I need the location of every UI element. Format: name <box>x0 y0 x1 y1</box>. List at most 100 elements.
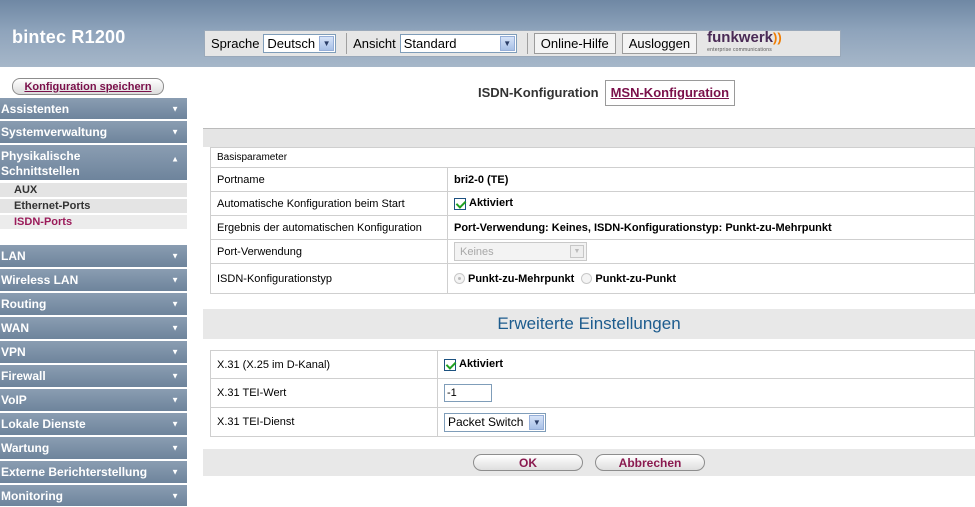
sidebar-item-label: VoIP <box>1 393 27 407</box>
table-row: X.31 TEI-Dienst Packet Switch ▼ <box>210 407 975 437</box>
chevron-down-icon: ▼ <box>319 36 335 51</box>
sidebar-item-physikalische-schnittstellen[interactable]: Physikalische Schnittstellen ▲ <box>0 145 187 181</box>
table-row: Automatische Konfiguration beim Start Ak… <box>210 191 975 216</box>
tei-service-value: Packet Switch <box>448 415 524 429</box>
sidebar-item-firewall[interactable]: Firewall ▼ <box>0 365 187 388</box>
chevron-down-icon: ▼ <box>171 347 179 357</box>
table-row: X.31 TEI-Wert -1 <box>210 378 975 408</box>
section-title-erweiterte-einstellungen[interactable]: Erweiterte Einstellungen <box>203 309 975 339</box>
auto-config-checkbox[interactable] <box>454 197 466 210</box>
sidebar-item-assistenten[interactable]: Assistenten ▼ <box>0 98 187 120</box>
tab-msn-konfiguration[interactable]: MSN-Konfiguration <box>604 79 736 106</box>
auto-config-field: Aktiviert <box>447 191 975 216</box>
sidebar-item-wartung[interactable]: Wartung ▼ <box>0 437 187 460</box>
sidebar-item-label: WAN <box>1 321 29 335</box>
sidebar-item-label: Firewall <box>1 369 46 383</box>
chevron-down-icon: ▼ <box>529 414 545 430</box>
tei-value-label: X.31 TEI-Wert <box>210 378 438 408</box>
tei-value-field: -1 <box>437 378 975 408</box>
view-select[interactable]: Standard ▼ <box>399 34 517 53</box>
radio-label-mehrpunkt: Punkt-zu-Mehrpunkt <box>468 272 575 285</box>
sidebar-item-label-line1: Physikalische <box>1 149 81 163</box>
x31-checkbox[interactable] <box>444 358 456 371</box>
sidebar-item-label: LAN <box>1 249 26 263</box>
tei-service-field: Packet Switch ▼ <box>437 407 975 437</box>
chevron-down-icon: ▼ <box>171 299 179 309</box>
table-row: Ergebnis der automatischen Konfiguration… <box>210 215 975 240</box>
language-select[interactable]: Deutsch ▼ <box>263 34 337 53</box>
chevron-up-icon: ▲ <box>171 154 179 164</box>
sidebar-item-monitoring[interactable]: Monitoring ▼ <box>0 485 187 507</box>
sidebar-item-routing[interactable]: Routing ▼ <box>0 293 187 316</box>
sidebar-item-externe-berichterstellung[interactable]: Externe Berichterstellung ▼ <box>0 461 187 484</box>
auto-result-label: Ergebnis der automatischen Konfiguration <box>210 215 448 240</box>
x31-value: Aktiviert <box>459 358 504 371</box>
chevron-down-icon: ▼ <box>171 467 179 477</box>
sidebar-item-label: Systemverwaltung <box>1 125 108 139</box>
view-select-value: Standard <box>403 36 457 51</box>
auto-config-value: Aktiviert <box>469 197 514 210</box>
save-config-button[interactable]: Konfiguration speichern <box>12 78 164 95</box>
table-row: Portname bri2-0 (TE) <box>210 167 975 192</box>
sidebar-item-voip[interactable]: VoIP ▼ <box>0 389 187 412</box>
sidebar-item-label: Assistenten <box>1 101 70 116</box>
table-row: X.31 (X.25 im D-Kanal) Aktiviert <box>210 350 975 379</box>
ok-button[interactable]: OK <box>473 454 583 471</box>
sidebar-subitem-isdn-ports[interactable]: ISDN-Ports <box>0 215 187 230</box>
sidebar-item-label: Lokale Dienste <box>1 417 86 431</box>
language-label: Sprache <box>211 36 260 51</box>
advanced-params-table: X.31 (X.25 im D-Kanal) Aktiviert X.31 TE… <box>210 350 975 437</box>
chevron-down-icon: ▼ <box>499 36 515 51</box>
chevron-down-icon: ▼ <box>171 371 179 381</box>
brand-logo: funkwerk)) enterprise communications <box>707 28 782 57</box>
sidebar-item-vpn[interactable]: VPN ▼ <box>0 341 187 364</box>
sidebar-item-lokale-dienste[interactable]: Lokale Dienste ▼ <box>0 413 187 436</box>
top-toolbar: Sprache Deutsch ▼ Ansicht Standard ▼ Onl… <box>204 30 841 57</box>
portname-label: Portname <box>210 167 448 192</box>
chevron-down-icon: ▼ <box>171 275 179 285</box>
sidebar-item-lan[interactable]: LAN ▼ <box>0 245 187 268</box>
port-usage-select: Keines ▼ <box>454 242 587 261</box>
toolbar-divider <box>526 33 528 54</box>
sidebar-subitem-aux[interactable]: AUX <box>0 183 187 198</box>
radio-punkt-zu-mehrpunkt[interactable] <box>454 273 465 285</box>
chevron-down-icon: ▼ <box>171 395 179 405</box>
isdn-type-label: ISDN-Konfigurationstyp <box>210 263 448 294</box>
logout-button[interactable]: Ausloggen <box>621 33 698 54</box>
x31-label: X.31 (X.25 im D-Kanal) <box>210 350 438 379</box>
online-help-button[interactable]: Online-Hilfe <box>533 33 616 54</box>
chevron-down-icon: ▼ <box>171 323 179 333</box>
section-header-basisparameter: Basisparameter <box>210 147 975 168</box>
sidebar-item-label: Wartung <box>1 441 50 455</box>
table-row: ISDN-Konfigurationstyp Punkt-zu-Mehrpunk… <box>210 263 975 294</box>
brand-name: funkwerk <box>707 28 773 46</box>
radio-punkt-zu-punkt[interactable] <box>581 273 593 285</box>
portname-value: bri2-0 (TE) <box>447 167 975 192</box>
x31-field: Aktiviert <box>437 350 975 379</box>
port-usage-label: Port-Verwendung <box>210 239 448 264</box>
sidebar-item-label-line2: Schnittstellen <box>1 164 80 178</box>
sidebar-item-label: Monitoring <box>1 488 63 503</box>
tei-value-input[interactable]: -1 <box>444 384 492 402</box>
product-logo: bintec R1200 <box>12 27 126 47</box>
chevron-down-icon: ▼ <box>171 419 179 429</box>
sidebar-item-label: VPN <box>1 345 26 359</box>
chevron-down-icon: ▼ <box>171 443 179 453</box>
view-label: Ansicht <box>353 36 396 51</box>
content-header-strip <box>203 128 975 147</box>
chevron-down-icon: ▼ <box>171 251 179 261</box>
header-bar: bintec R1200 Sprache Deutsch ▼ Ansicht S… <box>0 0 975 67</box>
chevron-down-icon: ▼ <box>171 491 179 500</box>
chevron-down-icon: ▼ <box>171 104 179 113</box>
table-row: Port-Verwendung Keines ▼ <box>210 239 975 264</box>
tei-service-select[interactable]: Packet Switch ▼ <box>444 412 547 432</box>
tab-isdn-konfiguration[interactable]: ISDN-Konfiguration <box>472 79 605 106</box>
sidebar-subitem-ethernet-ports[interactable]: Ethernet-Ports <box>0 199 187 214</box>
cancel-button[interactable]: Abbrechen <box>595 454 705 471</box>
sidebar-item-wan[interactable]: WAN ▼ <box>0 317 187 340</box>
sidebar-item-wireless-lan[interactable]: Wireless LAN ▼ <box>0 269 187 292</box>
isdn-type-field: Punkt-zu-Mehrpunkt Punkt-zu-Punkt <box>447 263 975 294</box>
tab-bar: ISDN-Konfiguration MSN-Konfiguration <box>472 79 736 106</box>
sidebar-item-systemverwaltung[interactable]: Systemverwaltung ▼ <box>0 121 187 144</box>
auto-result-value: Port-Verwendung: Keines, ISDN-Konfigurat… <box>447 215 975 240</box>
